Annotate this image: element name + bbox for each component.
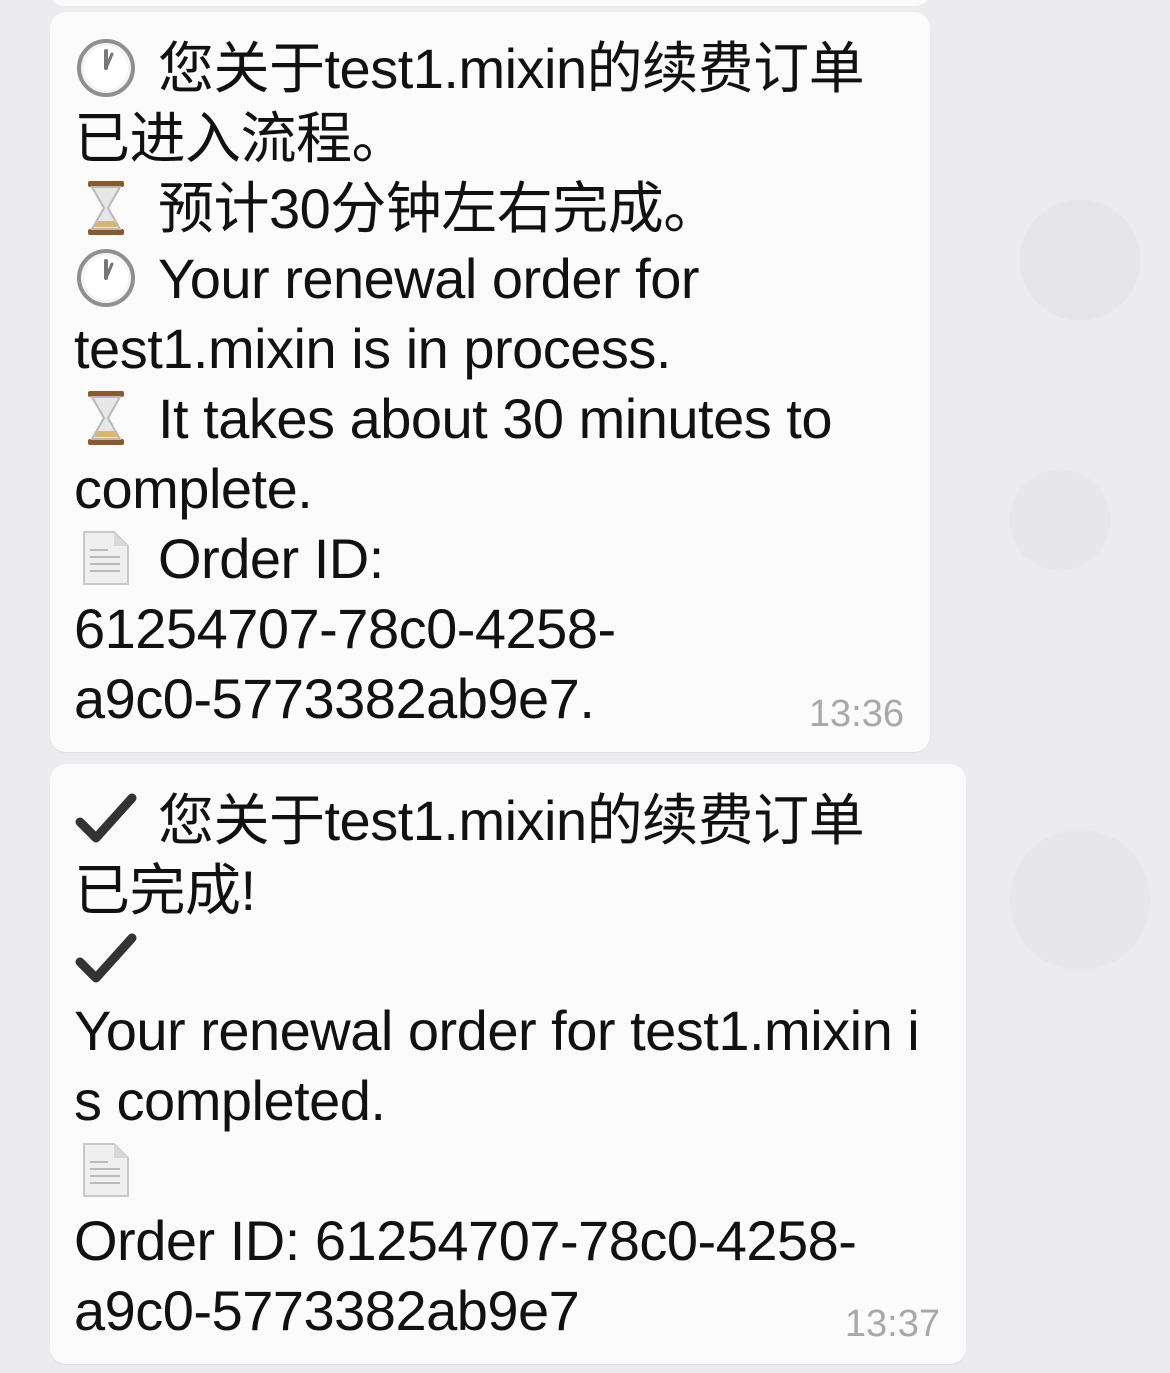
message-line-text: Your renewal order for test1.mixin i — [74, 999, 920, 1062]
message-line: Order ID: 61254707-78c0-4258- — [74, 1206, 857, 1276]
message-line: test1.mixin is in process. — [74, 314, 671, 384]
message-line: 已进入流程。 — [74, 104, 408, 174]
document-icon — [74, 1138, 138, 1198]
message-timestamp: 13:37 — [844, 1303, 940, 1345]
message-line: Order ID: — [74, 524, 384, 594]
message-timestamp: 13:36 — [808, 693, 904, 735]
message-line-text: s completed. — [74, 1069, 386, 1132]
message-line: complete. — [74, 454, 313, 524]
message-line-text: Your renewal order for — [158, 247, 700, 310]
message-line-text: a9c0-5773382ab9e7. — [74, 667, 595, 730]
message-line-text: Order ID: — [158, 527, 384, 590]
message-line: Your renewal order for test1.mixin i — [74, 996, 920, 1066]
message-bubble[interactable]: 您关于test1.mixin的续费订单 已进入流程。 预计30分钟左右完成。 Y… — [50, 12, 930, 752]
message-line — [74, 1136, 158, 1206]
hourglass-icon — [74, 176, 138, 236]
checkmark-icon — [74, 928, 138, 988]
message-line-text: 已完成! — [74, 859, 256, 922]
message-line: Your renewal order for — [74, 244, 700, 314]
message-line-text: Order ID: 61254707-78c0-4258- — [74, 1209, 857, 1272]
message-line: a9c0-5773382ab9e7. — [74, 664, 595, 734]
message-line-text: 已进入流程。 — [74, 107, 408, 170]
message-line-text: It takes about 30 minutes to — [158, 387, 832, 450]
previous-message-bubble-edge — [50, 0, 930, 6]
message-line: s completed. — [74, 1066, 386, 1136]
message-line: 您关于test1.mixin的续费订单 — [74, 786, 865, 856]
checkmark-icon — [74, 788, 138, 848]
message-line-text: 61254707-78c0-4258- — [74, 597, 616, 660]
clock-icon — [74, 36, 138, 97]
message-line: 已完成! — [74, 856, 256, 926]
message-line-text: 预计30分钟左右完成。 — [158, 177, 719, 240]
message-line: 61254707-78c0-4258- — [74, 594, 616, 664]
message-bubble[interactable]: 您关于test1.mixin的续费订单 已完成! Your renewal or… — [50, 764, 966, 1364]
document-icon — [74, 526, 138, 586]
hourglass-icon — [74, 386, 138, 446]
message-line-text: complete. — [74, 457, 313, 520]
message-line: 预计30分钟左右完成。 — [74, 174, 719, 244]
message-line: 您关于test1.mixin的续费订单 — [74, 34, 865, 104]
message-line-text: 您关于test1.mixin的续费订单 — [158, 789, 865, 852]
message-line: It takes about 30 minutes to — [74, 384, 832, 454]
message-line-text: a9c0-5773382ab9e7 — [74, 1279, 580, 1342]
clock-icon — [74, 246, 138, 307]
message-line-text: 您关于test1.mixin的续费订单 — [158, 37, 865, 100]
message-line-text: test1.mixin is in process. — [74, 317, 671, 380]
message-line — [74, 926, 158, 996]
message-line: a9c0-5773382ab9e7 — [74, 1276, 580, 1346]
